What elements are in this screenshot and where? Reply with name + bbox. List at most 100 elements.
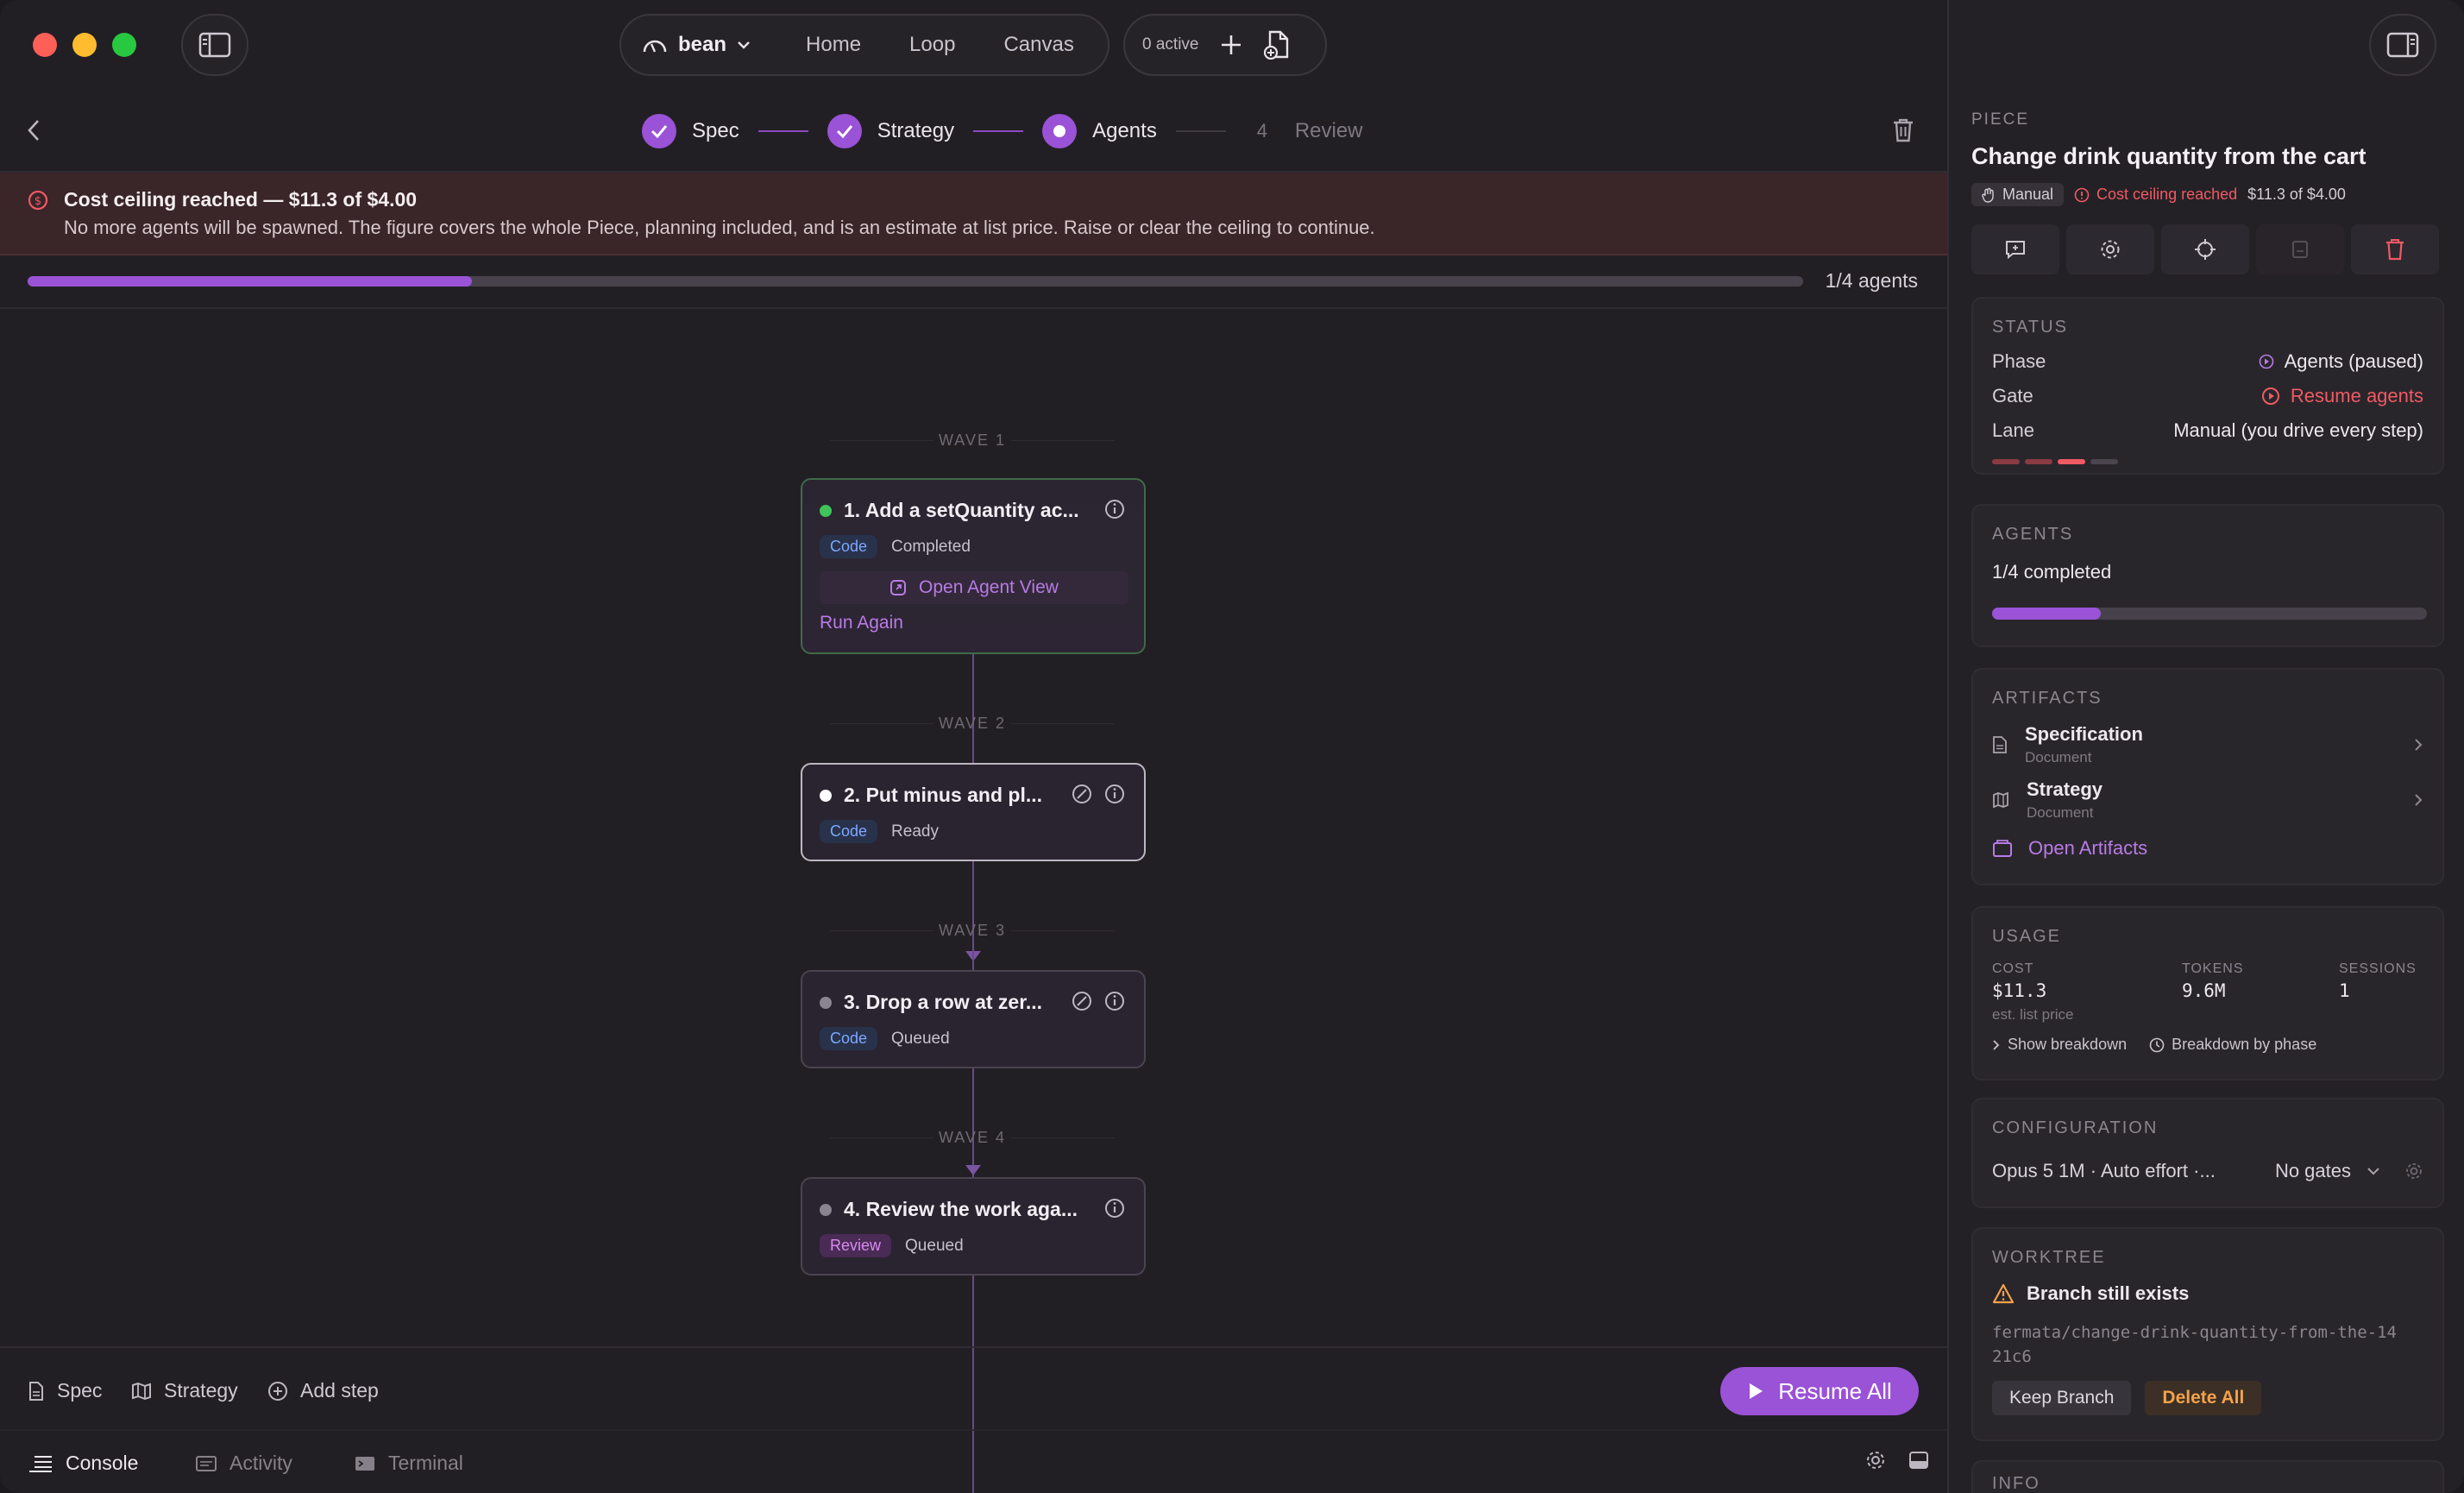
add-step-button[interactable]: Add step (267, 1379, 379, 1402)
nav-loop[interactable]: Loop (909, 33, 955, 57)
status-dot (820, 1203, 832, 1216)
project-switcher[interactable]: bean (642, 33, 751, 57)
run-again-button[interactable]: Run Again (820, 613, 903, 633)
wave-label: WAVE 4 (830, 1129, 1115, 1147)
sidebar-toggle-button[interactable] (181, 14, 248, 76)
strategy-label: Strategy (164, 1379, 238, 1402)
step-label: Review (1294, 119, 1363, 142)
artifact-strategy[interactable]: Strategy Document (1992, 778, 2423, 822)
cost-alert-icon: $ (28, 190, 48, 215)
step-agents[interactable]: Agents (1042, 114, 1157, 148)
delete-piece-button[interactable] (1892, 117, 1914, 148)
wave-label: WAVE 3 (830, 922, 1115, 940)
app-window: bean Home Loop Canvas 0 active Spec Stra… (0, 0, 2464, 1493)
phase-value: Agents (paused) (2259, 350, 2423, 373)
active-sessions-pill: 0 active (1123, 14, 1327, 76)
strategy-link[interactable]: Strategy (131, 1379, 238, 1402)
usage-tokens: TOKENS 9.6M (2182, 961, 2244, 1001)
chevron-right-icon (2415, 794, 2423, 806)
nav-canvas[interactable]: Canvas (1003, 33, 1073, 57)
agent-card-meta: Code Queued (820, 1027, 950, 1050)
info-section: INFO (1971, 1460, 2444, 1493)
sidebar-icon (198, 32, 231, 58)
tab-activity[interactable]: Activity (195, 1452, 292, 1475)
chevron-right-icon (1993, 1039, 2000, 1050)
spec-link[interactable]: Spec (28, 1379, 102, 1402)
plus-icon[interactable] (1219, 33, 1243, 57)
new-document-icon[interactable] (1264, 30, 1290, 60)
gear-icon[interactable] (2404, 1162, 2423, 1181)
agent-card-meta: Code Ready (820, 820, 939, 843)
agent-card-1[interactable]: 1. Add a setQuantity ac... Code Complete… (801, 478, 1146, 654)
show-breakdown-button[interactable]: Show breakdown (1992, 1036, 2127, 1054)
agent-card-4[interactable]: 4. Review the work aga... Review Queued (801, 1177, 1146, 1276)
resume-all-button[interactable]: Resume All (1720, 1367, 1919, 1415)
section-header: STATUS (1992, 318, 2068, 337)
delete-all-button[interactable]: Delete All (2145, 1381, 2262, 1415)
artifact-specification[interactable]: Specification Document (1992, 723, 2423, 766)
focus-button[interactable] (2161, 224, 2249, 274)
open-agent-view-button[interactable]: Open Agent View (820, 571, 1128, 604)
piece-actions (1971, 224, 2439, 274)
card-actions (1072, 991, 1125, 1011)
agent-card-title: 1. Add a setQuantity ac... (820, 499, 1079, 522)
nav-home[interactable]: Home (806, 33, 861, 57)
folder-icon (1993, 840, 2012, 857)
card-actions (1104, 1198, 1125, 1219)
breakdown-by-phase-button[interactable]: Breakdown by phase (2149, 1036, 2316, 1054)
usage-cost-label: COST (1992, 961, 2034, 976)
resume-agents-link[interactable]: Resume agents (2261, 385, 2423, 407)
agent-status: Queued (891, 1029, 950, 1048)
breakdown-by-phase-label: Breakdown by phase (2172, 1036, 2317, 1053)
step-connector (973, 130, 1024, 132)
panel-toggle-button[interactable] (2369, 14, 2436, 76)
delete-button[interactable] (2351, 224, 2439, 274)
current-step-icon (1042, 114, 1078, 148)
archive-button[interactable] (2256, 224, 2344, 274)
minimize-window-button[interactable] (72, 33, 97, 57)
gear-icon[interactable] (1865, 1450, 1886, 1471)
chevron-left-icon (28, 120, 39, 141)
lane-text: Manual (you drive every step) (2173, 419, 2423, 441)
step-review[interactable]: 4 Review (1245, 119, 1363, 143)
info-icon[interactable] (1104, 991, 1125, 1011)
info-icon[interactable] (1104, 1198, 1125, 1219)
zoom-window-button[interactable] (112, 33, 136, 57)
agent-status: Completed (891, 537, 971, 556)
statusbar-actions (1865, 1450, 1929, 1471)
step-spec[interactable]: Spec (642, 114, 739, 148)
status-dot (820, 789, 832, 802)
trash-icon (2386, 239, 2404, 261)
agent-card-3[interactable]: 3. Drop a row at zer... Code Queued (801, 970, 1146, 1068)
panel-bottom-icon[interactable] (1908, 1450, 1929, 1471)
comment-button[interactable] (1971, 224, 2059, 274)
agent-title-text: 1. Add a setQuantity ac... (844, 499, 1079, 521)
step-strategy[interactable]: Strategy (827, 114, 954, 148)
section-header: USAGE (1992, 927, 2062, 946)
step-connector (757, 130, 808, 132)
configuration-selector[interactable]: Opus 5 1M · Auto effort ·... No gates (1992, 1160, 2423, 1182)
settings-button[interactable] (2066, 224, 2154, 274)
keep-branch-button[interactable]: Keep Branch (1992, 1381, 2132, 1415)
tab-terminal[interactable]: Terminal (354, 1452, 463, 1475)
step-connector (1175, 130, 1226, 132)
skip-icon[interactable] (1072, 784, 1092, 804)
worktree-actions: Keep Branch Delete All (1992, 1381, 2262, 1415)
section-header: AGENTS (1992, 525, 2074, 544)
alert-title: Cost ceiling reached — $11.3 of $4.00 (64, 188, 418, 211)
skip-icon[interactable] (1072, 991, 1092, 1011)
artifact-text: Strategy Document (2027, 778, 2103, 822)
info-icon[interactable] (1104, 499, 1125, 520)
tab-console[interactable]: Console (28, 1452, 138, 1475)
phase-segments (1992, 459, 2118, 464)
add-step-label: Add step (300, 1379, 379, 1402)
agents-progress-track (1992, 608, 2427, 620)
bottom-panel-tabs: Console Activity Terminal (0, 1429, 1947, 1493)
open-artifacts-button[interactable]: Open Artifacts (1992, 837, 2147, 860)
wave-label: WAVE 1 (830, 432, 1115, 450)
info-icon[interactable] (1104, 784, 1125, 804)
agent-card-2[interactable]: 2. Put minus and pl... Code Ready (801, 763, 1146, 861)
cost-ceiling-alert: $ Cost ceiling reached — $11.3 of $4.00 … (0, 173, 1947, 255)
back-button[interactable] (24, 117, 43, 148)
close-window-button[interactable] (33, 33, 57, 57)
